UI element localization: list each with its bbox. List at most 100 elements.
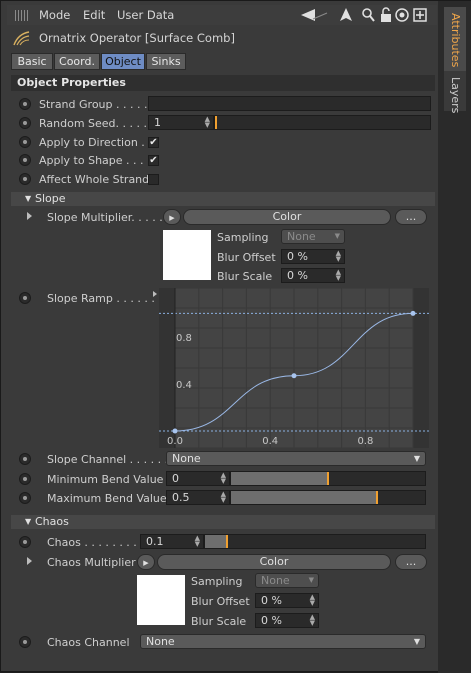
slope-ramp-anim-toggle[interactable] <box>19 292 31 304</box>
slope-channel-dropdown[interactable]: None ▼ <box>166 451 426 466</box>
chaos-channel-anim-toggle[interactable] <box>19 636 31 648</box>
expand-arrow-icon[interactable] <box>27 557 32 565</box>
chaos-sampling-dropdown[interactable]: None ▼ <box>255 573 319 588</box>
apply-direction-checkbox[interactable]: ✔ <box>148 137 159 148</box>
max-bend-slider[interactable] <box>230 490 426 505</box>
object-title: Ornatrix Operator [Surface Comb] <box>39 31 235 45</box>
chaos-slider[interactable] <box>204 534 426 549</box>
tab-object[interactable]: Object <box>101 53 145 70</box>
slope-group-title: Slope <box>35 192 66 205</box>
spinner-arrows-icon[interactable]: ▲ ▼ <box>205 116 210 129</box>
slope-sampling-dropdown[interactable]: None ▼ <box>281 229 345 244</box>
apply-direction-label: Apply to Direction . . <box>39 136 152 149</box>
slope-multiplier-menu-button[interactable]: ▶ <box>163 209 181 225</box>
min-bend-anim-toggle[interactable] <box>19 473 31 485</box>
slider-knob[interactable] <box>375 491 378 504</box>
min-bend-slider[interactable] <box>230 471 426 486</box>
random-seed-slider[interactable] <box>214 115 431 130</box>
chaos-blur-scale-input[interactable]: 0 % ▲ ▼ <box>255 613 319 628</box>
side-tab-attributes[interactable]: Attributes <box>444 7 466 71</box>
panel-grip-icon[interactable] <box>15 10 28 21</box>
search-icon[interactable] <box>361 7 375 23</box>
slider-knob[interactable] <box>226 535 228 548</box>
menu-mode[interactable]: Mode <box>39 8 70 22</box>
affect-whole-strand-label: Affect Whole Strand <box>39 173 150 186</box>
expand-arrow-icon[interactable] <box>27 212 32 220</box>
slope-channel-label: Slope Channel . . . . . . <box>47 453 169 466</box>
tab-coord[interactable]: Coord. <box>54 53 100 70</box>
slope-ramp-graph[interactable]: 0.0 0.4 0.8 0.4 0.8 <box>159 288 429 448</box>
chaos-sampling-value: None <box>261 574 290 587</box>
chaos-channel-dropdown[interactable]: None ▼ <box>140 634 426 649</box>
chaos-blur-scale-value: 0 % <box>261 614 282 627</box>
min-bend-value: 0 <box>172 472 179 485</box>
slope-blur-scale-input[interactable]: 0 % ▲ ▼ <box>281 268 345 283</box>
chaos-channel-value: None <box>146 635 175 648</box>
ramp-expand-icon[interactable] <box>153 291 157 297</box>
max-bend-input[interactable]: 0.5 ▲ ▼ <box>166 490 230 505</box>
chaos-channel-label: Chaos Channel <box>47 636 130 649</box>
menu-edit[interactable]: Edit <box>83 8 105 22</box>
slope-blur-offset-input[interactable]: 0 % ▲ ▼ <box>281 249 345 264</box>
slider-knob[interactable] <box>215 116 217 129</box>
side-tab-layers[interactable]: Layers <box>444 71 466 113</box>
ramp-x-tick-label: 0.0 <box>167 436 183 447</box>
chaos-texture-preview <box>137 575 185 625</box>
dropdown-arrow-icon: ▼ <box>413 454 420 463</box>
chaos-more-button[interactable]: ... <box>395 554 427 570</box>
lock-icon[interactable] <box>379 7 393 23</box>
slider-fill <box>205 535 227 548</box>
slope-color-button[interactable]: Color <box>183 209 391 225</box>
tab-sinks[interactable]: Sinks <box>146 53 186 70</box>
dropdown-arrow-icon: ▼ <box>413 637 420 646</box>
affect-whole-strand-checkbox[interactable] <box>148 174 159 185</box>
back-arrow-icon[interactable] <box>299 7 329 23</box>
spinner-arrows-icon[interactable]: ▲ ▼ <box>336 250 341 263</box>
slope-texture-preview <box>163 230 211 280</box>
ramp-knot <box>172 428 178 434</box>
spinner-arrows-icon[interactable]: ▲ ▼ <box>310 614 315 627</box>
slider-fill <box>231 472 328 485</box>
chaos-anim-toggle[interactable] <box>19 536 31 548</box>
max-bend-label: Maximum Bend Value <box>47 492 167 505</box>
spinner-arrows-icon[interactable]: ▲ ▼ <box>336 269 341 282</box>
affect-whole-strand-anim-toggle[interactable] <box>19 173 31 185</box>
apply-direction-anim-toggle[interactable] <box>19 136 31 148</box>
max-bend-anim-toggle[interactable] <box>19 492 31 504</box>
random-seed-label: Random Seed. . . . . . <box>39 117 155 130</box>
random-seed-input[interactable]: 1 ▲ ▼ <box>148 115 214 130</box>
dropdown-arrow-icon: ▼ <box>308 576 314 584</box>
min-bend-label: Minimum Bend Value <box>47 473 164 486</box>
chaos-blur-offset-input[interactable]: 0 % ▲ ▼ <box>255 593 319 608</box>
strand-group-anim-toggle[interactable] <box>19 98 31 110</box>
chaos-group-header[interactable]: ▼ Chaos <box>11 515 435 529</box>
target-icon[interactable] <box>395 7 409 23</box>
tab-basic[interactable]: Basic <box>11 53 53 70</box>
slope-blur-scale-label: Blur Scale <box>217 270 273 283</box>
chaos-multiplier-label: Chaos Multiplier <box>47 556 136 569</box>
chaos-color-button[interactable]: Color <box>157 554 391 570</box>
slope-more-button[interactable]: ... <box>395 209 427 225</box>
apply-shape-checkbox[interactable]: ✔ <box>148 155 159 166</box>
apply-shape-anim-toggle[interactable] <box>19 154 31 166</box>
min-bend-input[interactable]: 0 ▲ ▼ <box>166 471 230 486</box>
spinner-arrows-icon[interactable]: ▲ ▼ <box>195 535 200 548</box>
chaos-input[interactable]: 0.1 ▲ ▼ <box>140 534 204 549</box>
slider-knob[interactable] <box>327 472 329 485</box>
slope-channel-value: None <box>172 452 201 465</box>
spinner-arrows-icon[interactable]: ▲ ▼ <box>221 472 226 485</box>
cursor-up-icon[interactable] <box>339 7 353 23</box>
spinner-arrows-icon[interactable]: ▲ ▼ <box>310 594 315 607</box>
slope-group-header[interactable]: ▼ Slope <box>11 192 435 206</box>
random-seed-anim-toggle[interactable] <box>19 117 31 129</box>
chaos-multiplier-menu-button[interactable]: ▶ <box>137 554 155 570</box>
new-panel-icon[interactable] <box>413 7 427 23</box>
strand-group-field[interactable] <box>148 96 431 111</box>
spinner-arrows-icon[interactable]: ▲ ▼ <box>221 491 226 504</box>
side-tab-strip: Attributes Layers <box>438 1 471 673</box>
chaos-label: Chaos . . . . . . . . . <box>47 536 144 549</box>
menu-user-data[interactable]: User Data <box>117 8 174 22</box>
collapse-triangle-icon[interactable]: ▼ <box>25 192 31 206</box>
slope-channel-anim-toggle[interactable] <box>19 453 31 465</box>
collapse-triangle-icon[interactable]: ▼ <box>25 515 31 529</box>
